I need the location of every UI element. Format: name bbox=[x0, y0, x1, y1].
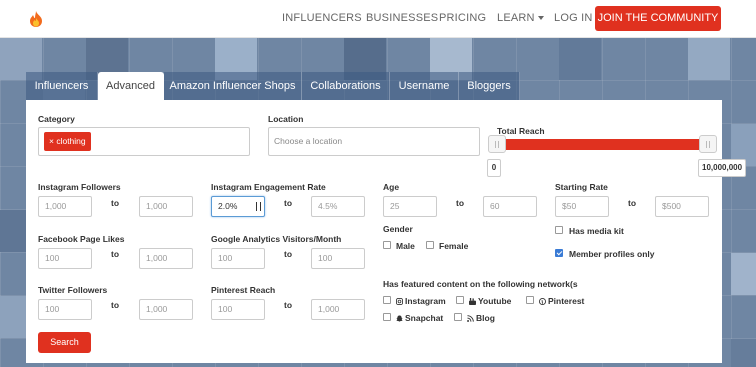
join-community-button[interactable]: JOIN THE COMMUNITY bbox=[595, 6, 721, 31]
network-snapchat-text: Snapchat bbox=[405, 313, 444, 323]
network-pinterest-checkbox[interactable] bbox=[526, 296, 534, 304]
nav-learn[interactable]: LEARN bbox=[497, 12, 544, 24]
gender-male-label: Male bbox=[396, 241, 415, 251]
network-instagram-label: Instagram bbox=[396, 296, 446, 306]
networks-label: Has featured content on the following ne… bbox=[383, 279, 578, 289]
nav-businesses[interactable]: BUSINESSES bbox=[366, 12, 438, 24]
facebook-likes-label: Facebook Page Likes bbox=[38, 234, 125, 244]
twitter-followers-from-input[interactable]: 100 bbox=[38, 299, 92, 320]
to-label: to bbox=[111, 198, 120, 208]
age-to-input[interactable]: 60 bbox=[483, 196, 537, 217]
gender-male-checkbox[interactable] bbox=[383, 241, 391, 249]
facebook-likes-from-input[interactable]: 100 bbox=[38, 248, 92, 269]
network-blog-label: Blog bbox=[467, 313, 495, 323]
caret-down-icon bbox=[537, 16, 544, 21]
starting-rate-from-input[interactable]: $50 bbox=[555, 196, 609, 217]
gender-female-checkbox[interactable] bbox=[426, 241, 434, 249]
tab-collaborations[interactable]: Collaborations bbox=[302, 72, 390, 100]
gender-label: Gender bbox=[383, 224, 413, 234]
starting-rate-label: Starting Rate bbox=[555, 182, 608, 192]
tab-bloggers[interactable]: Bloggers bbox=[459, 72, 520, 100]
tab-amazon-influencer-shops[interactable]: Amazon Influencer Shops bbox=[164, 72, 302, 100]
total-reach-max-value: 10,000,000 bbox=[698, 159, 747, 177]
network-youtube-checkbox[interactable] bbox=[456, 296, 464, 304]
member-profiles-label: Member profiles only bbox=[569, 249, 655, 259]
rss-icon bbox=[467, 315, 474, 322]
tab-username[interactable]: Username bbox=[390, 72, 459, 100]
flame-logo-icon[interactable] bbox=[27, 10, 45, 28]
category-input[interactable]: × clothing bbox=[38, 127, 250, 156]
instagram-followers-to-input[interactable]: 1,000 bbox=[139, 196, 193, 217]
youtube-icon bbox=[469, 298, 476, 305]
to-label: to bbox=[628, 198, 637, 208]
pinterest-icon bbox=[539, 298, 546, 305]
location-label: Location bbox=[268, 114, 304, 124]
network-instagram-text: Instagram bbox=[405, 296, 446, 306]
gender-female-label: Female bbox=[439, 241, 469, 251]
total-reach-min-handle[interactable] bbox=[488, 135, 506, 153]
nav-login[interactable]: LOG IN bbox=[554, 12, 593, 24]
to-label: to bbox=[284, 249, 293, 259]
instagram-engagement-label: Instagram Engagement Rate bbox=[211, 182, 326, 192]
pinterest-reach-from-input[interactable]: 100 bbox=[211, 299, 265, 320]
total-reach-max-handle[interactable] bbox=[699, 135, 717, 153]
to-label: to bbox=[284, 198, 293, 208]
google-analytics-label: Google Analytics Visitors/Month bbox=[211, 234, 342, 244]
to-label: to bbox=[111, 249, 120, 259]
google-analytics-from-input[interactable]: 100 bbox=[211, 248, 265, 269]
nav-pricing[interactable]: PRICING bbox=[439, 12, 486, 24]
facebook-likes-to-input[interactable]: 1,000 bbox=[139, 248, 193, 269]
pinterest-reach-label: Pinterest Reach bbox=[211, 285, 276, 295]
network-blog-text: Blog bbox=[476, 313, 495, 323]
media-kit-label: Has media kit bbox=[569, 226, 624, 236]
search-button[interactable]: Search bbox=[38, 332, 91, 353]
location-input[interactable]: Choose a location bbox=[268, 127, 480, 156]
network-snapchat-checkbox[interactable] bbox=[383, 313, 391, 321]
category-tag-clothing[interactable]: × clothing bbox=[44, 132, 91, 151]
age-label: Age bbox=[383, 182, 400, 192]
network-snapchat-label: Snapchat bbox=[396, 313, 443, 323]
starting-rate-to-input[interactable]: $500 bbox=[655, 196, 709, 217]
network-instagram-checkbox[interactable] bbox=[383, 296, 391, 304]
network-youtube-label: Youtube bbox=[469, 296, 511, 306]
nav-learn-label: LEARN bbox=[497, 12, 535, 24]
instagram-followers-label: Instagram Followers bbox=[38, 182, 121, 192]
instagram-icon bbox=[396, 298, 403, 305]
media-kit-checkbox[interactable] bbox=[555, 226, 563, 234]
tab-influencers[interactable]: Influencers bbox=[26, 72, 98, 100]
category-label: Category bbox=[38, 114, 75, 124]
top-navbar: INFLUENCERS BUSINESSES PRICING LEARN LOG… bbox=[0, 0, 756, 38]
to-label: to bbox=[111, 300, 120, 310]
twitter-followers-to-input[interactable]: 1,000 bbox=[139, 299, 193, 320]
total-reach-min-value: 0 bbox=[487, 159, 501, 177]
to-label: to bbox=[284, 300, 293, 310]
network-pinterest-text: Pinterest bbox=[548, 296, 585, 306]
twitter-followers-label: Twitter Followers bbox=[38, 285, 108, 295]
network-pinterest-label: Pinterest bbox=[539, 296, 584, 306]
to-label: to bbox=[456, 198, 465, 208]
google-analytics-to-input[interactable]: 100 bbox=[311, 248, 365, 269]
total-reach-slider-track[interactable] bbox=[497, 139, 715, 150]
pinterest-reach-to-input[interactable]: 1,000 bbox=[311, 299, 365, 320]
network-blog-checkbox[interactable] bbox=[454, 313, 462, 321]
snapchat-icon bbox=[396, 315, 403, 322]
tab-advanced[interactable]: Advanced bbox=[98, 72, 164, 100]
nav-influencers[interactable]: INFLUENCERS bbox=[282, 12, 362, 24]
member-profiles-checkbox[interactable] bbox=[555, 249, 563, 257]
instagram-engagement-to-input[interactable]: 4.5% bbox=[311, 196, 365, 217]
instagram-followers-from-input[interactable]: 1,000 bbox=[38, 196, 92, 217]
text-cursor-icon bbox=[256, 202, 261, 211]
age-from-input[interactable]: 25 bbox=[383, 196, 437, 217]
network-youtube-text: Youtube bbox=[478, 296, 512, 306]
